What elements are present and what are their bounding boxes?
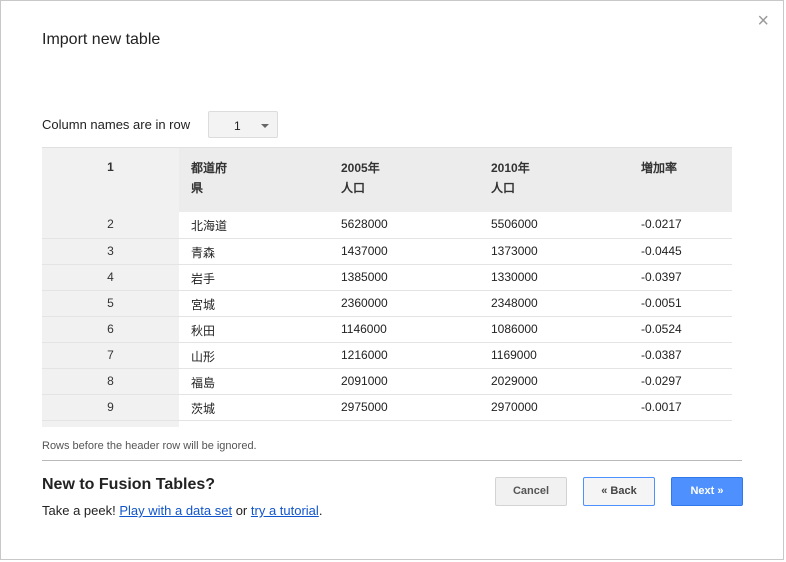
table-row: 3 青森 1437000 1373000 -0.0445 xyxy=(42,238,732,265)
row-number-cell: 9 xyxy=(42,394,179,421)
pop2005-cell: 2975000 xyxy=(329,394,479,421)
pop2005-cell: 2017000 xyxy=(329,420,479,427)
pop2005-cell: 1385000 xyxy=(329,264,479,291)
row-number-cell: 7 xyxy=(42,342,179,369)
pop2010-cell: 1373000 xyxy=(479,238,629,265)
prefecture-cell: 山形 xyxy=(179,342,329,369)
prefecture-cell: 茨城 xyxy=(179,394,329,421)
preview-table-container[interactable]: 1 都道府 県 2005年 人口 2010年 人口 増加率 2 北海道 5628… xyxy=(42,147,732,427)
table-row: 2 北海道 5628000 5506000 -0.0217 xyxy=(42,212,732,239)
pop2005-cell: 1437000 xyxy=(329,238,479,265)
pop2010-cell: 1169000 xyxy=(479,342,629,369)
rate-cell: -0.0524 xyxy=(629,316,732,343)
pop2005-cell: 1216000 xyxy=(329,342,479,369)
row-number-cell: 3 xyxy=(42,238,179,265)
row-number-cell: 10 xyxy=(42,420,179,427)
pop2010-cell: 1086000 xyxy=(479,316,629,343)
prefecture-cell: 北海道 xyxy=(179,212,329,239)
header-row-number: 1 xyxy=(42,148,179,212)
next-button[interactable]: Next » xyxy=(671,477,743,506)
row-number-cell: 8 xyxy=(42,368,179,395)
rate-cell: -0.0045 xyxy=(629,420,732,427)
pop2005-cell: 5628000 xyxy=(329,212,479,239)
prefecture-cell: 秋田 xyxy=(179,316,329,343)
table-header-row: 1 都道府 県 2005年 人口 2010年 人口 増加率 xyxy=(42,148,732,212)
back-button[interactable]: « Back xyxy=(583,477,655,506)
rate-cell: -0.0397 xyxy=(629,264,732,291)
header-row-value: 1 xyxy=(234,119,241,133)
prefecture-cell: 宮城 xyxy=(179,290,329,317)
header-cell-rate: 増加率 xyxy=(629,148,732,212)
cancel-button[interactable]: Cancel xyxy=(495,477,567,506)
prefecture-cell: 福島 xyxy=(179,368,329,395)
row-number-cell: 2 xyxy=(42,212,179,239)
header-cell-prefecture: 都道府 県 xyxy=(179,148,329,212)
take-a-peek-text: Take a peek! Play with a data set or try… xyxy=(42,503,322,518)
close-icon[interactable]: × xyxy=(757,11,769,31)
pop2010-cell: 5506000 xyxy=(479,212,629,239)
table-row: 8 福島 2091000 2029000 -0.0297 xyxy=(42,368,732,395)
period-text: . xyxy=(318,503,323,518)
table-row: 7 山形 1216000 1169000 -0.0387 xyxy=(42,342,732,369)
table-row: 9 茨城 2975000 2970000 -0.0017 xyxy=(42,394,732,421)
import-table-dialog: × Import new table Column names are in r… xyxy=(0,0,784,560)
header-text: 人口 xyxy=(341,181,366,195)
ignored-rows-note: Rows before the header row will be ignor… xyxy=(42,440,257,452)
header-text: 県 xyxy=(191,181,204,195)
pop2005-cell: 2360000 xyxy=(329,290,479,317)
row-number-cell: 6 xyxy=(42,316,179,343)
header-cell-pop2010: 2010年 人口 xyxy=(479,148,629,212)
dropdown-arrow-icon xyxy=(261,124,269,128)
header-row-select[interactable]: 1 xyxy=(208,111,278,138)
pop2010-cell: 2029000 xyxy=(479,368,629,395)
peek-prefix: Take a peek! xyxy=(42,503,116,518)
tutorial-link[interactable]: try a tutorial xyxy=(251,503,319,518)
header-text: 人口 xyxy=(491,181,516,195)
rate-cell: -0.0297 xyxy=(629,368,732,395)
table-row: 4 岩手 1385000 1330000 -0.0397 xyxy=(42,264,732,291)
header-text: 増加率 xyxy=(641,161,678,175)
divider xyxy=(42,460,742,461)
header-cell-pop2005: 2005年 人口 xyxy=(329,148,479,212)
pop2010-cell: 2348000 xyxy=(479,290,629,317)
rate-cell: -0.0051 xyxy=(629,290,732,317)
table-row: 6 秋田 1146000 1086000 -0.0524 xyxy=(42,316,732,343)
pop2005-cell: 1146000 xyxy=(329,316,479,343)
row-number-cell: 5 xyxy=(42,290,179,317)
pop2010-cell: 2008000 xyxy=(479,420,629,427)
new-to-heading: New to Fusion Tables? xyxy=(42,476,216,493)
rate-cell: -0.0387 xyxy=(629,342,732,369)
pop2005-cell: 2091000 xyxy=(329,368,479,395)
header-text: 都道府 xyxy=(191,161,228,175)
header-text: 2010年 xyxy=(491,161,530,175)
rate-cell: -0.0445 xyxy=(629,238,732,265)
play-dataset-link[interactable]: Play with a data set xyxy=(119,503,232,518)
dialog-title: Import new table xyxy=(42,31,161,48)
rate-cell: -0.0217 xyxy=(629,212,732,239)
or-text: or xyxy=(235,503,248,518)
prefecture-cell: 青森 xyxy=(179,238,329,265)
column-names-label: Column names are in row xyxy=(42,117,191,132)
prefecture-cell: 岩手 xyxy=(179,264,329,291)
header-text: 2005年 xyxy=(341,161,380,175)
row-number-cell: 4 xyxy=(42,264,179,291)
table-row: 5 宮城 2360000 2348000 -0.0051 xyxy=(42,290,732,317)
table-row: 10栃木20170002008000-0.0045 xyxy=(42,420,732,427)
preview-table: 1 都道府 県 2005年 人口 2010年 人口 増加率 2 北海道 5628… xyxy=(42,148,732,427)
prefecture-cell: 栃木 xyxy=(179,420,329,427)
rate-cell: -0.0017 xyxy=(629,394,732,421)
pop2010-cell: 1330000 xyxy=(479,264,629,291)
pop2010-cell: 2970000 xyxy=(479,394,629,421)
